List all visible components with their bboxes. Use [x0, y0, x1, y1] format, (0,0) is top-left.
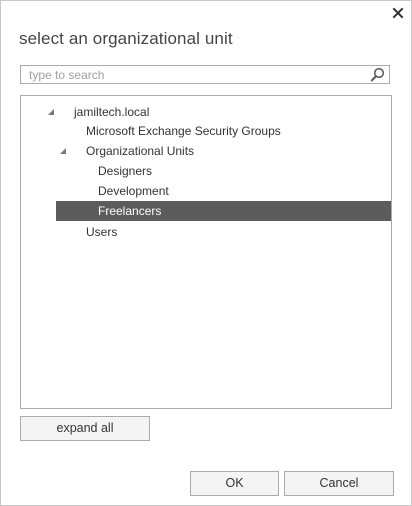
search-input[interactable]	[21, 66, 369, 83]
tree-node-label: Development	[98, 184, 169, 198]
ou-picker-dialog: select an organizational unit jamiltech.…	[0, 0, 412, 506]
tree-node[interactable]: Designers	[21, 161, 391, 181]
tree-node[interactable]: Users	[21, 222, 391, 242]
tree-node[interactable]: jamiltech.local	[21, 102, 391, 122]
tree-node[interactable]: Development	[21, 181, 391, 201]
tree-node-selected[interactable]: Freelancers	[56, 201, 391, 221]
tree-node[interactable]: Microsoft Exchange Security Groups	[21, 121, 391, 141]
tree-node-label: Freelancers	[98, 204, 162, 218]
ok-button[interactable]: OK	[190, 471, 279, 496]
tree-node-label: Organizational Units	[86, 144, 195, 158]
close-button[interactable]	[391, 6, 405, 20]
tree-node[interactable]: Organizational Units	[21, 141, 391, 161]
ou-tree: jamiltech.local Microsoft Exchange Securi…	[20, 95, 392, 409]
search-box	[20, 65, 390, 84]
tree-node-label: Microsoft Exchange Security Groups	[86, 124, 281, 138]
tree-node-label: Designers	[98, 164, 153, 178]
tree-node-label: jamiltech.local	[74, 105, 150, 119]
cancel-button[interactable]: Cancel	[284, 471, 394, 496]
expanded-triangle-icon[interactable]	[59, 147, 67, 155]
expand-all-button[interactable]: expand all	[20, 416, 150, 441]
search-icon	[370, 67, 385, 82]
tree-node-label: Users	[86, 225, 118, 239]
dialog-title: select an organizational unit	[19, 29, 233, 48]
close-icon	[392, 7, 404, 19]
expanded-triangle-icon[interactable]	[47, 108, 55, 116]
search-button[interactable]	[370, 67, 385, 82]
